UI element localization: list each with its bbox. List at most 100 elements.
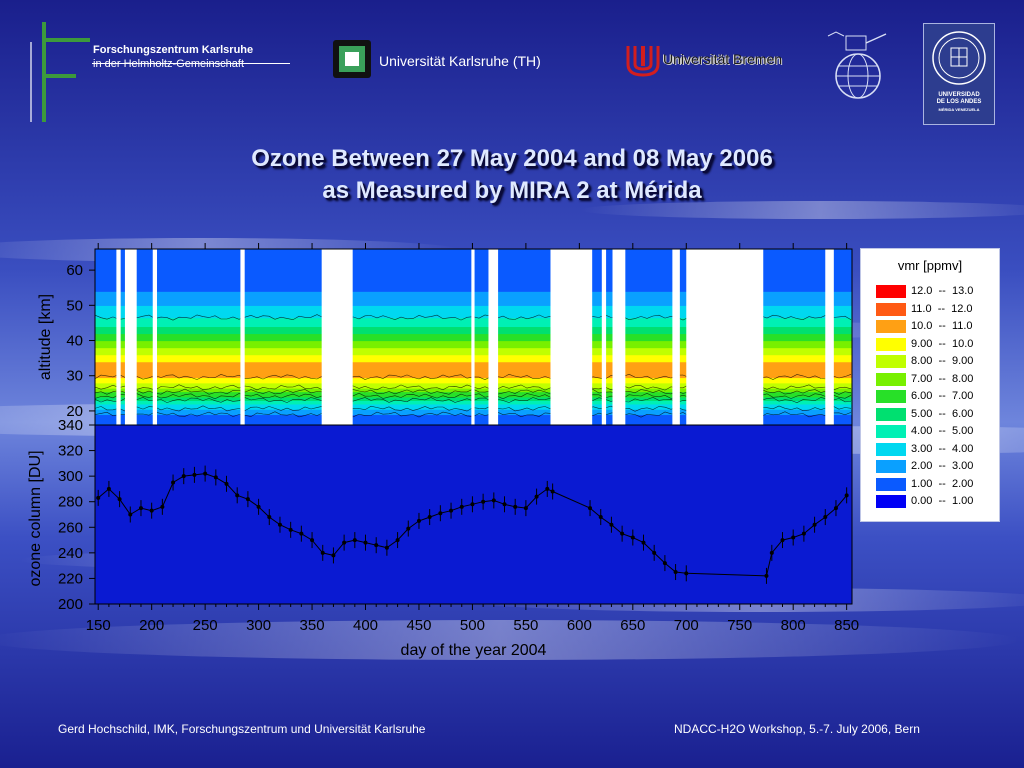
column-point <box>652 550 657 555</box>
column-point <box>769 550 774 555</box>
column-point <box>459 504 464 509</box>
column-point <box>550 489 555 494</box>
column-point <box>438 511 443 516</box>
legend-label: 1.00 -- 2.00 <box>911 477 974 490</box>
column-point <box>764 573 769 578</box>
alt-tick-label: 30 <box>66 368 83 385</box>
alt-tick-label: 40 <box>66 333 83 350</box>
column-point <box>363 540 368 545</box>
column-point <box>149 508 154 513</box>
alt-tick-label: 50 <box>66 297 83 314</box>
column-point <box>310 538 315 543</box>
legend-swatch <box>876 285 906 298</box>
column-point <box>812 522 817 527</box>
legend-swatch <box>876 425 906 438</box>
legend-label: 9.00 -- 10.0 <box>911 337 974 350</box>
column-point <box>224 481 229 486</box>
data-gap <box>124 249 137 425</box>
column-point <box>470 502 475 507</box>
column-point <box>588 506 593 511</box>
data-gap <box>686 249 764 425</box>
column-tick-label: 280 <box>58 494 83 511</box>
x-tick-label: 300 <box>246 617 271 634</box>
legend-swatch <box>876 372 906 386</box>
legend-label: 7.00 -- 8.00 <box>911 372 974 385</box>
column-point <box>128 512 133 517</box>
legend-label: 12.0 -- 13.0 <box>911 285 974 297</box>
legend-swatch <box>876 320 906 333</box>
x-tick-label: 400 <box>353 617 378 634</box>
column-point <box>395 538 400 543</box>
column-point <box>171 480 176 485</box>
x-tick-label: 350 <box>300 617 325 634</box>
column-point <box>416 518 421 523</box>
column-point <box>160 504 165 509</box>
x-axis-label: day of the year 2004 <box>401 642 547 659</box>
legend-label: 2.00 -- 3.00 <box>911 460 974 472</box>
data-gap <box>825 249 834 425</box>
column-point <box>245 497 250 502</box>
column-point <box>791 535 796 540</box>
legend-swatch <box>876 302 906 316</box>
x-tick-label: 500 <box>460 617 485 634</box>
legend-swatch <box>876 442 906 456</box>
column-point <box>641 540 646 545</box>
data-gap <box>240 249 245 425</box>
legend-label: 11.0 -- 12.0 <box>911 302 973 315</box>
column-point <box>384 545 389 550</box>
data-gap <box>321 249 353 425</box>
x-tick-label: 450 <box>406 617 431 634</box>
column-point <box>203 471 208 476</box>
data-gap <box>152 249 158 425</box>
legend-swatch <box>876 477 906 491</box>
column-point <box>609 522 614 527</box>
column-point <box>288 527 293 532</box>
legend-swatch <box>876 460 906 473</box>
column-point <box>673 570 678 575</box>
alt-tick-label: 60 <box>66 262 83 279</box>
legend-label: 3.00 -- 4.00 <box>911 442 974 455</box>
column-point <box>844 493 849 498</box>
column-tick-label: 340 <box>58 417 83 434</box>
column-point <box>513 504 518 509</box>
column-point <box>534 494 539 499</box>
column-point <box>684 571 689 576</box>
column-point <box>181 474 186 479</box>
column-point <box>449 508 454 513</box>
column-point <box>523 506 528 511</box>
column-point <box>481 499 486 504</box>
legend-title: vmr [ppmv] <box>897 258 963 273</box>
column-point <box>342 540 347 545</box>
column-point <box>106 486 111 491</box>
legend-label: 5.00 -- 6.00 <box>911 407 974 420</box>
column-point <box>801 531 806 536</box>
column-point <box>502 502 507 507</box>
column-point <box>213 475 218 480</box>
column-point <box>277 522 282 527</box>
column-point <box>545 486 550 491</box>
column-point <box>823 515 828 520</box>
column-tick-label: 220 <box>58 570 83 587</box>
data-gap <box>601 249 607 425</box>
column-point <box>406 526 411 531</box>
legend-label: 4.00 -- 5.00 <box>911 425 974 437</box>
altitude-axis-label: altitude [km] <box>37 294 54 380</box>
column-point <box>374 543 379 548</box>
legend-swatch <box>876 337 906 351</box>
column-point <box>138 506 143 511</box>
column-point <box>352 538 357 543</box>
column-point <box>427 515 432 520</box>
data-gap <box>612 249 626 425</box>
legend-swatch <box>876 495 906 508</box>
legend-swatch <box>876 407 906 421</box>
column-tick-label: 200 <box>58 596 83 613</box>
data-gap <box>116 249 121 425</box>
x-tick-label: 800 <box>781 617 806 634</box>
x-tick-label: 250 <box>193 617 218 634</box>
x-tick-label: 550 <box>513 617 538 634</box>
x-tick-label: 700 <box>674 617 699 634</box>
legend-label: 0.00 -- 1.00 <box>911 495 974 507</box>
column-point <box>320 550 325 555</box>
x-tick-label: 150 <box>86 617 111 634</box>
data-gap <box>550 249 593 425</box>
